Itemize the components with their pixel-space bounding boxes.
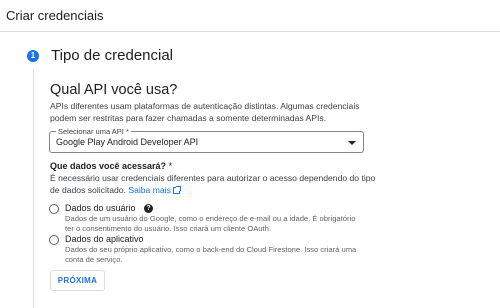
open-in-new-icon	[172, 185, 181, 194]
api-question-heading: Qual API você usa?	[50, 82, 178, 98]
user-data-radio[interactable]	[49, 204, 59, 214]
api-select-value: Google Play Android Developer API	[56, 137, 199, 147]
api-select-label: Selecionar uma API *	[56, 127, 131, 136]
learn-more-link-text: Saiba mais	[128, 184, 171, 195]
help-circle-icon[interactable]: ?	[144, 204, 154, 213]
step-title: Tipo de credencial	[51, 47, 174, 64]
user-data-option-title[interactable]: Dados do usuário ?	[65, 203, 154, 214]
user-data-option-description: Dados de um usuário do Google, como o en…	[65, 214, 356, 233]
caret-down-icon	[348, 141, 356, 145]
app-data-option-label: Dados do aplicativo	[65, 234, 144, 244]
data-description: É necessário usar credenciais diferentes…	[50, 173, 380, 196]
app-data-option-title[interactable]: Dados do aplicativo	[65, 234, 144, 244]
step-connector-line	[33, 70, 34, 308]
top-bar: Criar credenciais	[0, 0, 500, 32]
data-question-heading: Que dados você acessará? *	[50, 161, 172, 171]
app-data-radio[interactable]	[49, 235, 59, 245]
data-description-text: É necessário usar credenciais diferentes…	[50, 173, 376, 195]
api-description: APIs diferentes usam plataformas de aute…	[50, 101, 360, 123]
step-number-badge: 1	[27, 50, 39, 62]
page-title: Criar credenciais	[6, 8, 104, 23]
data-question-text: Que dados você acessará?	[50, 161, 167, 171]
required-mark: *	[168, 161, 173, 171]
learn-more-link[interactable]: Saiba mais	[128, 184, 181, 195]
user-data-option-label: Dados do usuário	[65, 203, 136, 213]
next-button[interactable]: PRÓXIMA	[50, 270, 105, 291]
app-data-option-description: Dados do seu próprio aplicativo, como o …	[65, 245, 357, 264]
